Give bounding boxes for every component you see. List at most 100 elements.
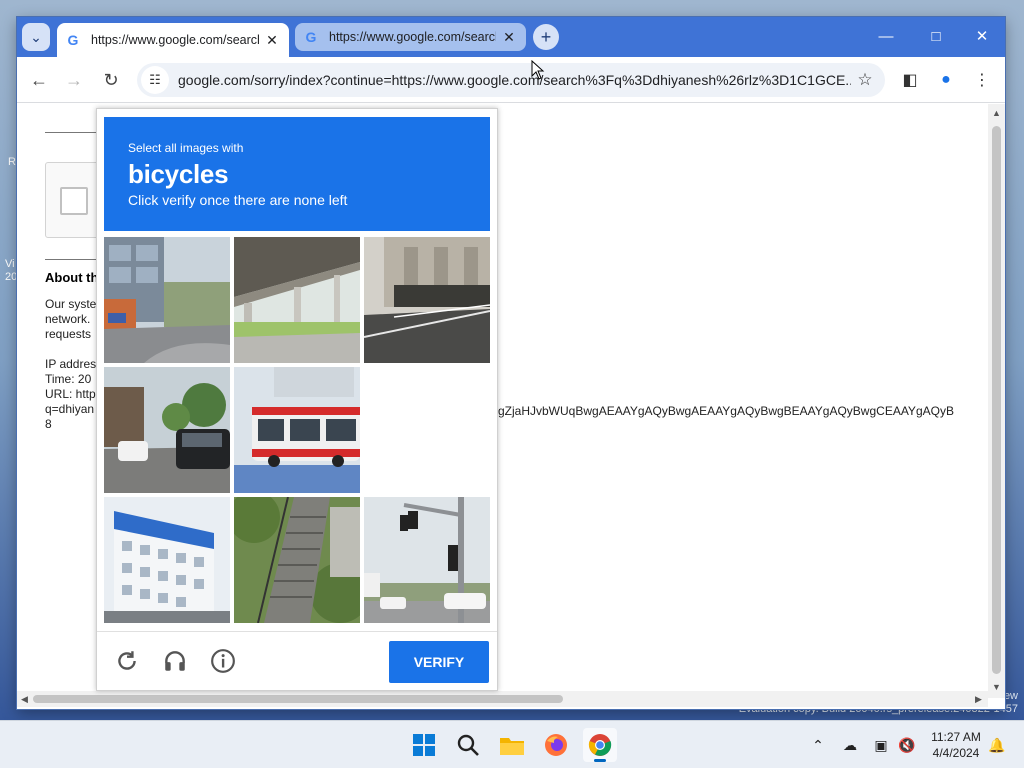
horizontal-scroll-thumb[interactable] — [33, 695, 563, 703]
minimize-icon: — — [878, 27, 894, 45]
windows-start-icon — [413, 734, 435, 756]
help-button[interactable] — [208, 646, 238, 676]
google-favicon-icon: G — [305, 29, 317, 45]
file-explorer-button[interactable] — [495, 728, 529, 762]
horizontal-scrollbar[interactable]: ◀ ▶ — [17, 691, 988, 707]
new-tab-button[interactable]: + — [533, 24, 559, 50]
google-favicon-icon: G — [67, 32, 79, 48]
close-icon[interactable]: ✕ — [263, 31, 281, 49]
profile-icon: ● — [941, 71, 951, 88]
body-text: requests — [45, 327, 92, 341]
chevron-up-icon: ⌃ — [812, 736, 824, 753]
captcha-tile[interactable] — [104, 497, 230, 623]
onedrive-tray-button[interactable]: ☁ — [838, 733, 862, 757]
back-button[interactable]: ← — [24, 65, 54, 95]
captcha-tile[interactable] — [364, 237, 490, 363]
about-heading: About th — [45, 270, 99, 285]
tile-image — [364, 497, 490, 623]
chrome-icon — [588, 734, 612, 756]
tile-image — [104, 237, 230, 363]
captcha-target: bicycles — [128, 159, 229, 189]
captcha-image-grid — [104, 237, 490, 623]
tab-active[interactable]: G https://www.google.com/search ✕ — [57, 23, 289, 57]
body-text: network. — [45, 312, 91, 326]
network-icon: ▣ — [874, 736, 888, 753]
volume-muted-icon: 🔇 — [898, 736, 916, 753]
captcha-tile[interactable] — [104, 367, 230, 493]
captcha-tile[interactable] — [364, 497, 490, 623]
clock-time: 11:27 AM — [931, 730, 981, 744]
captcha-tile[interactable] — [234, 367, 360, 493]
reload-icon — [118, 651, 136, 670]
time-text: Time: 20 — [45, 372, 92, 386]
url-label-text: URL: http — [45, 387, 96, 401]
scroll-up-icon[interactable]: ▲ — [992, 108, 1001, 118]
desktop-fragment: 20 — [5, 271, 18, 283]
reload-challenge-button[interactable] — [112, 646, 142, 676]
scroll-right-icon[interactable]: ▶ — [975, 694, 982, 705]
verify-button[interactable]: VERIFY — [389, 641, 489, 683]
plus-icon: + — [540, 26, 552, 47]
side-panel-icon: ◧ — [902, 72, 918, 89]
captcha-tile[interactable] — [364, 367, 490, 493]
maximize-button[interactable]: □ — [913, 17, 959, 55]
system-clock[interactable]: 11:27 AM 4/4/2024 — [922, 729, 990, 761]
tab-search-button[interactable]: ⌄ — [22, 23, 50, 51]
reload-button[interactable]: ↻ — [96, 65, 126, 95]
site-info-icon[interactable]: ☷ — [141, 66, 169, 94]
tile-image — [104, 367, 230, 493]
search-icon — [457, 734, 479, 756]
volume-tray-button[interactable]: 🔇 — [895, 733, 919, 757]
captcha-tile[interactable] — [234, 237, 360, 363]
scroll-down-icon[interactable]: ▼ — [992, 682, 1001, 692]
start-button[interactable] — [407, 728, 441, 762]
vertical-scroll-thumb[interactable] — [992, 126, 1001, 674]
query-text: 8 — [45, 417, 52, 431]
vertical-scrollbar[interactable]: ▲ ▼ — [988, 104, 1005, 698]
network-tray-button[interactable]: ▣ — [869, 733, 893, 757]
ip-address-text: IP addres — [45, 357, 97, 371]
captcha-tile[interactable] — [104, 237, 230, 363]
address-bar[interactable]: ☷ google.com/sorry/index?continue=https:… — [137, 63, 885, 97]
desktop-fragment: Vi — [5, 258, 15, 270]
audio-challenge-button[interactable] — [160, 646, 190, 676]
tab-title: https://www.google.com/search — [329, 30, 496, 44]
chevron-down-icon: ⌄ — [30, 28, 42, 45]
tab-title: https://www.google.com/search — [91, 33, 259, 47]
captcha-challenge: Select all images with bicycles Click ve… — [96, 108, 498, 691]
close-icon[interactable]: ✕ — [500, 28, 518, 46]
cloud-offline-icon: ☁ — [843, 736, 857, 753]
desktop-fragment: R — [8, 156, 16, 168]
info-icon — [211, 649, 235, 673]
headphones-icon — [165, 651, 185, 671]
tile-image — [364, 237, 490, 363]
clock-date: 4/4/2024 — [932, 746, 980, 760]
back-arrow-icon: ← — [30, 69, 48, 90]
tab-inactive[interactable]: G https://www.google.com/search ✕ — [295, 23, 526, 51]
firefox-icon — [545, 734, 567, 756]
file-explorer-icon — [500, 738, 524, 755]
scroll-left-icon[interactable]: ◀ — [21, 694, 28, 705]
body-text: Our syste — [45, 297, 97, 311]
show-hidden-icons-button[interactable]: ⌃ — [806, 733, 830, 757]
profile-button[interactable]: ● — [931, 65, 961, 95]
forward-arrow-icon: → — [65, 69, 83, 90]
tile-image — [234, 237, 360, 363]
taskbar: ⌃ ☁ ▣ 🔇 11:27 AM 4/4/2024 🔔 — [0, 720, 1024, 768]
captcha-subinstruction: Click verify once there are none left — [128, 192, 348, 208]
recaptcha-checkbox[interactable] — [60, 187, 88, 215]
captcha-tile[interactable] — [234, 497, 360, 623]
reload-icon: ↻ — [103, 69, 119, 90]
chrome-button[interactable] — [583, 728, 617, 762]
browser-toolbar: ← → ↻ ☷ google.com/sorry/index?continue=… — [17, 57, 1005, 103]
close-window-button[interactable]: ✕ — [959, 17, 1005, 55]
side-panel-button[interactable]: ◧ — [895, 65, 925, 95]
forward-button[interactable]: → — [59, 65, 89, 95]
captcha-footer: VERIFY — [97, 631, 497, 691]
star-icon[interactable]: ☆ — [851, 66, 879, 94]
taskbar-search-button[interactable] — [451, 728, 485, 762]
firefox-button[interactable] — [539, 728, 573, 762]
notifications-button[interactable]: 🔔 — [985, 733, 1009, 757]
more-menu-button[interactable]: ⋮ — [967, 65, 997, 95]
minimize-button[interactable]: — — [863, 17, 909, 55]
